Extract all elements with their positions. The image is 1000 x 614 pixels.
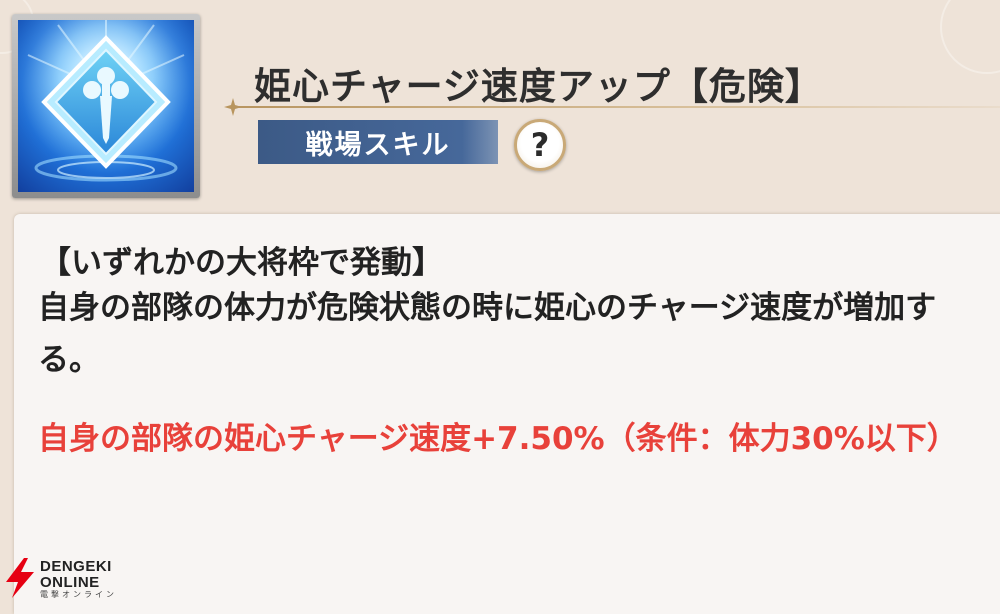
dengeki-online-watermark: DENGEKI ONLINE 電撃オンライン [2,556,132,600]
skill-category-badge: 戦場スキル [258,120,498,164]
lightning-bolt-icon [6,558,34,598]
sword-emblem-icon [18,20,194,192]
skill-effect-text: 自身の部隊の姫心チャージ速度+7.50%（条件：体力30%以下） [38,421,958,457]
title-divider [236,106,1000,108]
watermark-line3: 電撃オンライン [40,590,117,599]
activation-condition: 【いずれかの大将枠で発動】 [40,245,443,281]
skill-icon-frame [12,14,200,198]
skill-title: 姫心チャージ速度アップ【危険】 [254,65,823,108]
skill-description: 自身の部隊の体力が危険状態の時に姫心のチャージ速度が増加する。 [38,290,937,378]
background-swirl [940,0,1000,74]
watermark-line1: DENGEKI [40,558,112,575]
help-button[interactable]: ? [514,119,566,171]
